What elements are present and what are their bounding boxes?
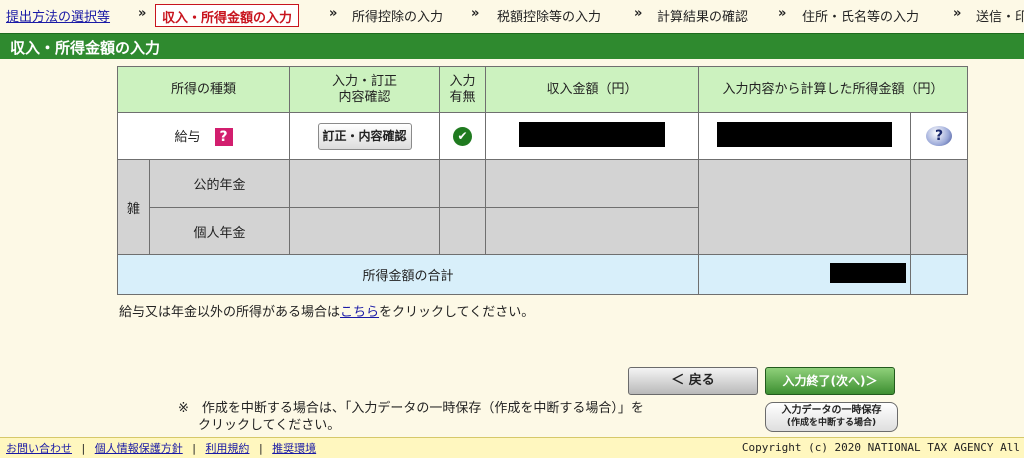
interrupt-note-line1: ※ 作成を中断する場合は、「入力データの一時保存（作成を中断する場合）」を	[178, 401, 644, 416]
public-pension-label: 公的年金	[149, 159, 290, 208]
step-separator: »	[634, 6, 643, 21]
redacted-income-amount	[519, 121, 665, 147]
help-question-icon[interactable]: ?	[926, 126, 952, 146]
step-navigation: 提出方法の選択等 » 収入・所得金額の入力 » 所得控除の入力 » 税額控除等の…	[0, 0, 1024, 33]
redacted-computed-amount	[717, 121, 892, 147]
misc-help-cell	[910, 159, 968, 255]
public-pension-amount-cell	[485, 159, 699, 208]
step-separator: »	[329, 6, 338, 21]
redacted-total-amount	[830, 262, 906, 283]
misc-group-label: 雑	[117, 159, 150, 255]
step-separator: »	[138, 6, 147, 21]
header-computed-income: 入力内容から計算した所得金額（円）	[698, 66, 968, 113]
total-income-label: 所得金額の合計	[117, 254, 699, 295]
private-pension-amount-cell	[485, 207, 699, 255]
step-submission-method[interactable]: 提出方法の選択等	[6, 6, 110, 25]
private-pension-label: 個人年金	[149, 207, 290, 255]
total-income-amount	[698, 254, 911, 295]
private-pension-status-cell	[439, 207, 486, 255]
table-row-total: 所得金額の合計	[117, 254, 968, 295]
public-pension-status-cell	[439, 159, 486, 208]
salary-input-status-cell: ✔	[439, 112, 486, 160]
other-income-note: 給与又は年金以外の所得がある場合はこちらをクリックしてください。	[119, 301, 534, 320]
salary-income-amount	[485, 112, 699, 160]
finish-input-next-button[interactable]: 入力終了(次へ)＞	[765, 367, 895, 395]
header-edit-confirm: 入力・訂正 内容確認	[289, 66, 440, 113]
footer-separator: |	[192, 442, 196, 455]
footer: お問い合わせ | 個人情報保護方針 | 利用規約 | 推奨環境 Copyrigh…	[0, 437, 1024, 458]
interrupt-note: ※ 作成を中断する場合は、「入力データの一時保存（作成を中断する場合）」を クリ…	[178, 400, 644, 434]
table-row-public-pension: 雑 公的年金	[117, 159, 968, 255]
table-row-salary: 給与? 訂正・内容確認 ✔ ?	[117, 112, 968, 160]
temporary-save-button[interactable]: 入力データの一時保存 (作成を中断する場合)	[765, 402, 898, 432]
footer-separator: |	[258, 442, 263, 455]
salary-label-cell: 給与?	[117, 112, 290, 160]
step-address-name: 住所・氏名等の入力	[802, 10, 920, 25]
total-empty-cell	[910, 254, 968, 295]
salary-edit-cell: 訂正・内容確認	[289, 112, 440, 160]
income-table: 所得の種類 入力・訂正 内容確認 入力 有無 収入金額（円） 入力内容から計算し…	[117, 66, 968, 295]
other-income-link[interactable]: こちら	[340, 305, 379, 320]
check-circle-icon: ✔	[453, 126, 472, 146]
salary-label: 給与	[174, 129, 201, 145]
step-confirm-results: 計算結果の確認	[657, 10, 749, 25]
step-send-print: 送信・印	[976, 10, 1024, 25]
footer-link-terms[interactable]: 利用規約	[205, 442, 249, 455]
misc-computed-amount-cell	[698, 159, 911, 255]
temporary-save-label: 入力データの一時保存	[781, 405, 882, 416]
header-has-input: 入力 有無	[439, 66, 486, 113]
footer-link-privacy[interactable]: 個人情報保護方針	[95, 442, 183, 455]
salary-edit-confirm-button[interactable]: 訂正・内容確認	[317, 122, 412, 150]
step-tax-credits: 税額控除等の入力	[497, 10, 602, 25]
step-separator: »	[778, 6, 787, 21]
header-income-kind: 所得の種類	[117, 66, 290, 113]
back-button[interactable]: ＜ 戻る	[628, 367, 758, 395]
header-income-amount: 収入金額（円）	[485, 66, 699, 113]
private-pension-edit-cell	[289, 207, 440, 255]
other-income-note-suffix: をクリックしてください。	[379, 305, 535, 320]
temporary-save-sublabel: (作成を中断する場合)	[786, 418, 877, 428]
footer-link-recommended-env[interactable]: 推奨環境	[272, 442, 316, 455]
salary-computed-amount	[698, 112, 911, 160]
public-pension-edit-cell	[289, 159, 440, 208]
interrupt-note-line2: クリックしてください。	[198, 418, 341, 433]
page-title: 収入・所得金額の入力	[0, 33, 1024, 59]
step-separator: »	[471, 6, 480, 21]
step-deductions: 所得控除の入力	[352, 10, 444, 25]
other-income-note-text: 給与又は年金以外の所得がある場合は	[119, 305, 341, 320]
copyright-text: Copyright (c) 2020 NATIONAL TAX AGENCY A…	[741, 441, 1020, 454]
footer-separator: |	[81, 442, 86, 455]
salary-question-icon[interactable]: ?	[214, 128, 233, 147]
salary-help-cell: ?	[910, 112, 968, 160]
footer-link-contact[interactable]: お問い合わせ	[6, 442, 72, 455]
step-income-current: 収入・所得金額の入力	[155, 4, 300, 27]
step-separator: »	[953, 6, 962, 21]
